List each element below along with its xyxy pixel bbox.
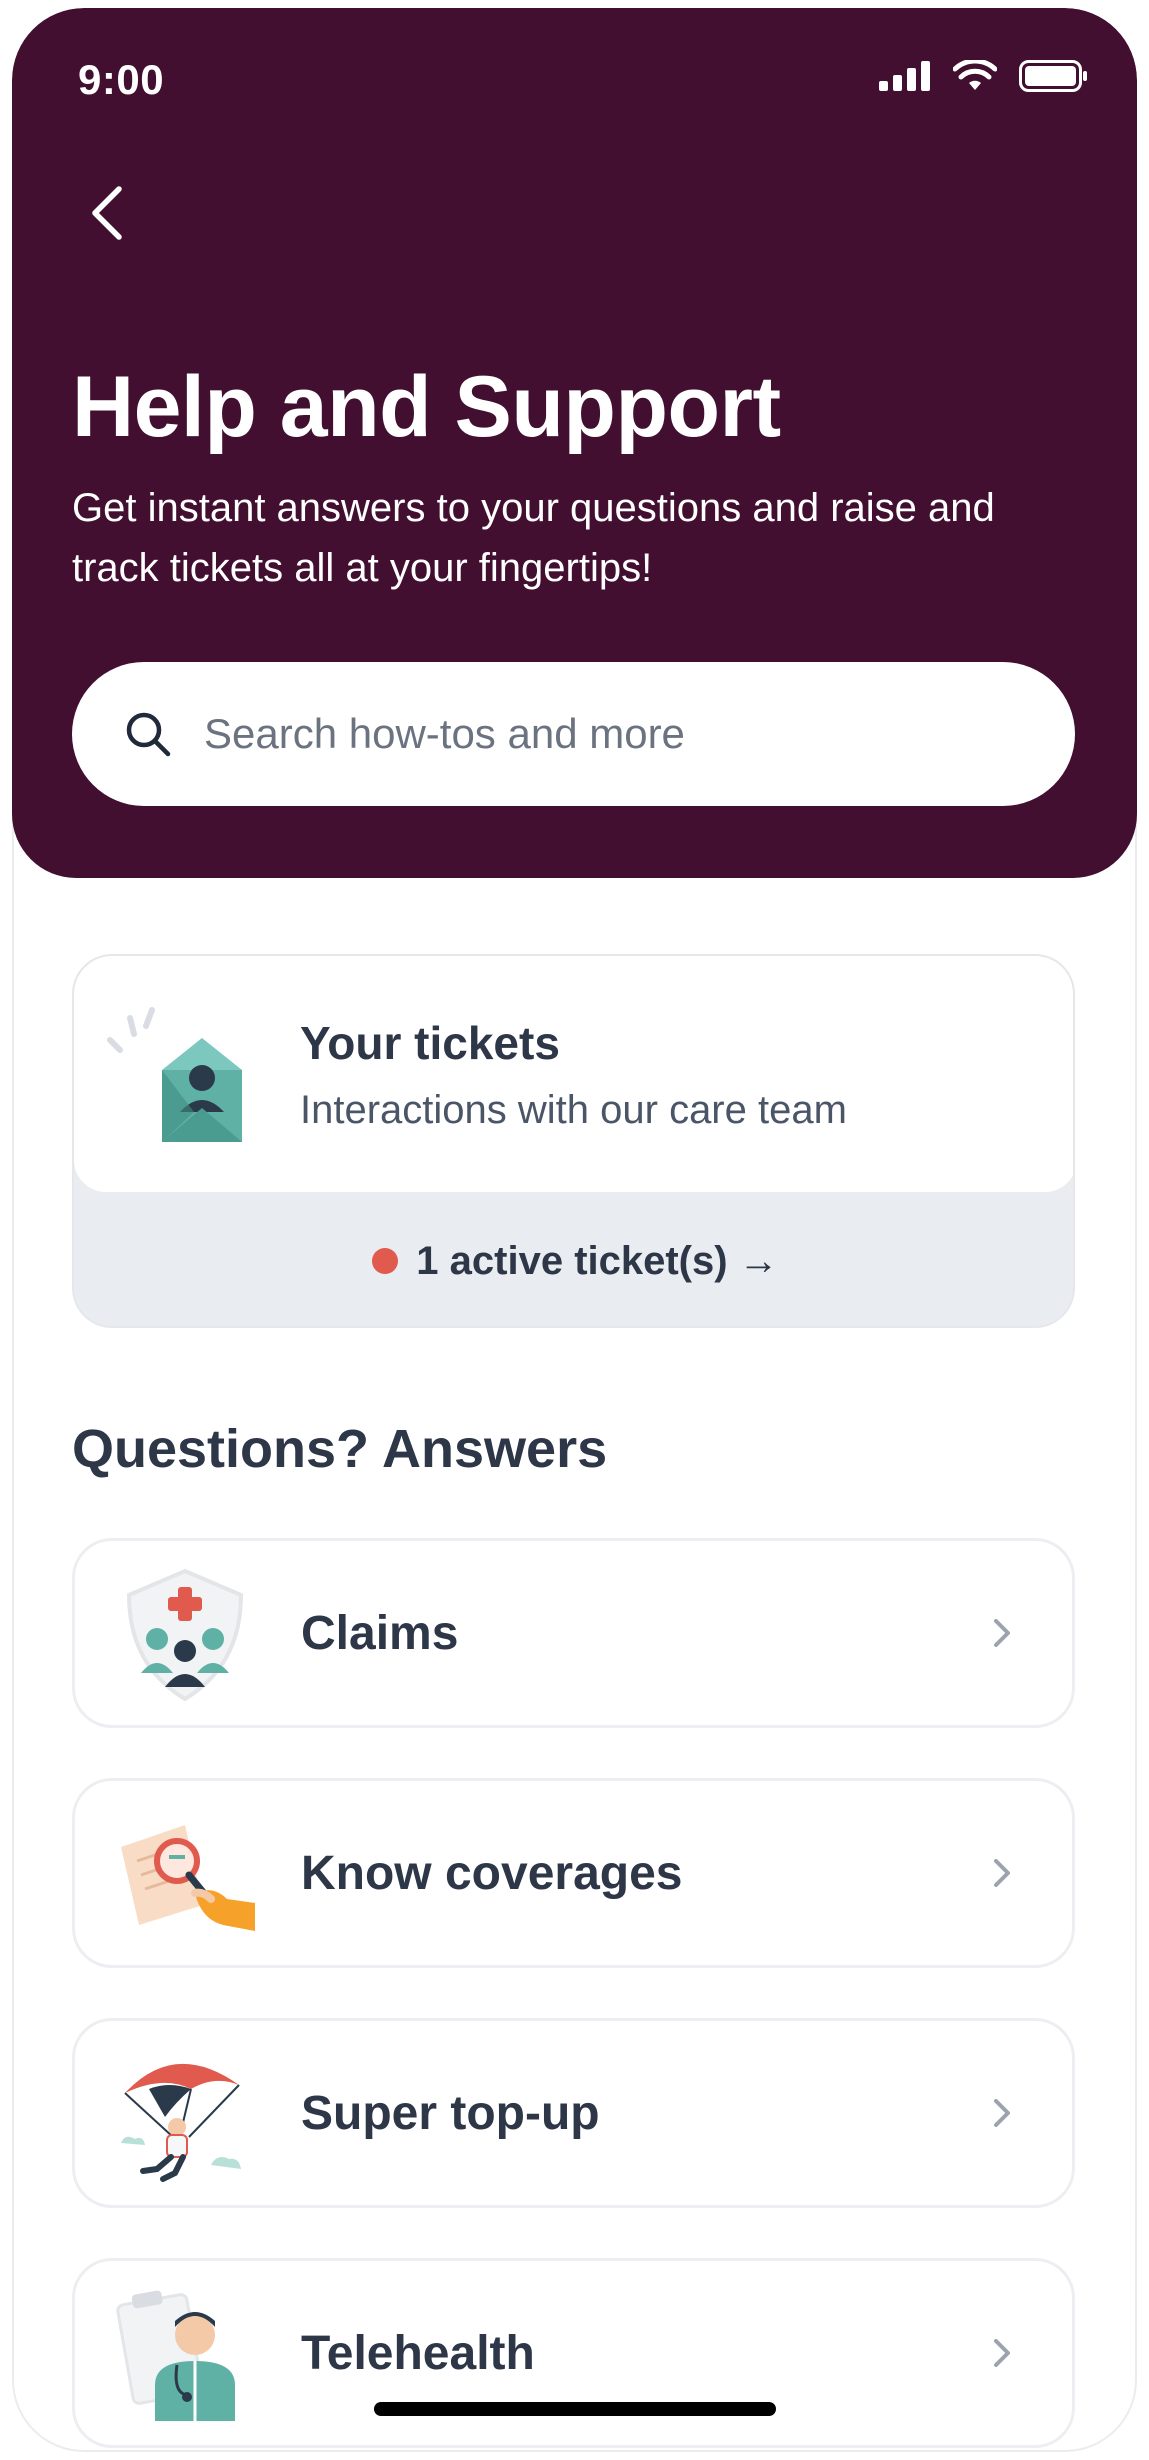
cellular-signal-icon bbox=[879, 61, 930, 91]
qa-item-know-coverages[interactable]: Know coverages bbox=[72, 1778, 1075, 1968]
section-title-questions: Questions? Answers bbox=[72, 1419, 608, 1479]
header: 9:00 Help and Support Get instant answer… bbox=[12, 8, 1137, 878]
wifi-icon bbox=[953, 60, 997, 90]
qa-item-label: Telehealth bbox=[301, 2326, 535, 2380]
shield-family-icon bbox=[126, 1568, 244, 1702]
doctor-icon bbox=[116, 2290, 235, 2421]
tickets-subtitle: Interactions with our care team bbox=[300, 1088, 847, 1132]
magnifier-document-icon bbox=[121, 1825, 255, 1931]
chevron-left-icon bbox=[92, 186, 122, 240]
qa-item-label: Claims bbox=[301, 1606, 459, 1660]
home-indicator[interactable] bbox=[374, 2402, 776, 2416]
parachute-icon bbox=[121, 2063, 241, 2182]
tickets-title: Your tickets bbox=[300, 1017, 560, 1069]
chevron-right-icon bbox=[994, 2339, 1010, 2367]
active-tickets-label: 1 active ticket(s) → bbox=[416, 1238, 779, 1283]
search-input[interactable] bbox=[202, 709, 1022, 759]
status-time: 9:00 bbox=[78, 56, 165, 103]
chevron-right-icon bbox=[994, 1859, 1010, 1887]
chevron-right-icon bbox=[994, 2099, 1010, 2127]
page-subtitle: Get instant answers to your questions an… bbox=[72, 486, 995, 590]
status-dot-icon bbox=[372, 1248, 399, 1274]
status-icons bbox=[879, 60, 1089, 92]
qa-item-claims[interactable]: Claims bbox=[72, 1538, 1075, 1728]
chevron-right-icon bbox=[994, 1619, 1010, 1647]
qa-item-telehealth[interactable]: Telehealth bbox=[72, 2258, 1075, 2448]
battery-icon bbox=[1019, 60, 1087, 92]
page-title: Help and Support bbox=[72, 359, 781, 455]
search-icon bbox=[126, 712, 171, 757]
qa-item-label: Know coverages bbox=[301, 1846, 683, 1900]
tickets-card[interactable]: Your tickets Interactions with our care … bbox=[72, 954, 1075, 1328]
qa-item-label: Super top-up bbox=[301, 2086, 600, 2140]
tickets-card-main[interactable]: Your tickets Interactions with our care … bbox=[74, 956, 1073, 1192]
phone-screen: 9:00 Help and Support Get instant answer… bbox=[12, 8, 1137, 2452]
status-bar: 9:00 bbox=[12, 8, 1137, 148]
qa-item-super-top-up[interactable]: Super top-up bbox=[72, 2018, 1075, 2208]
envelope-person-icon bbox=[107, 1007, 242, 1142]
active-tickets-link[interactable]: 1 active ticket(s) → bbox=[74, 1192, 1073, 1326]
back-button[interactable] bbox=[72, 178, 142, 248]
search-bar[interactable] bbox=[72, 662, 1075, 806]
